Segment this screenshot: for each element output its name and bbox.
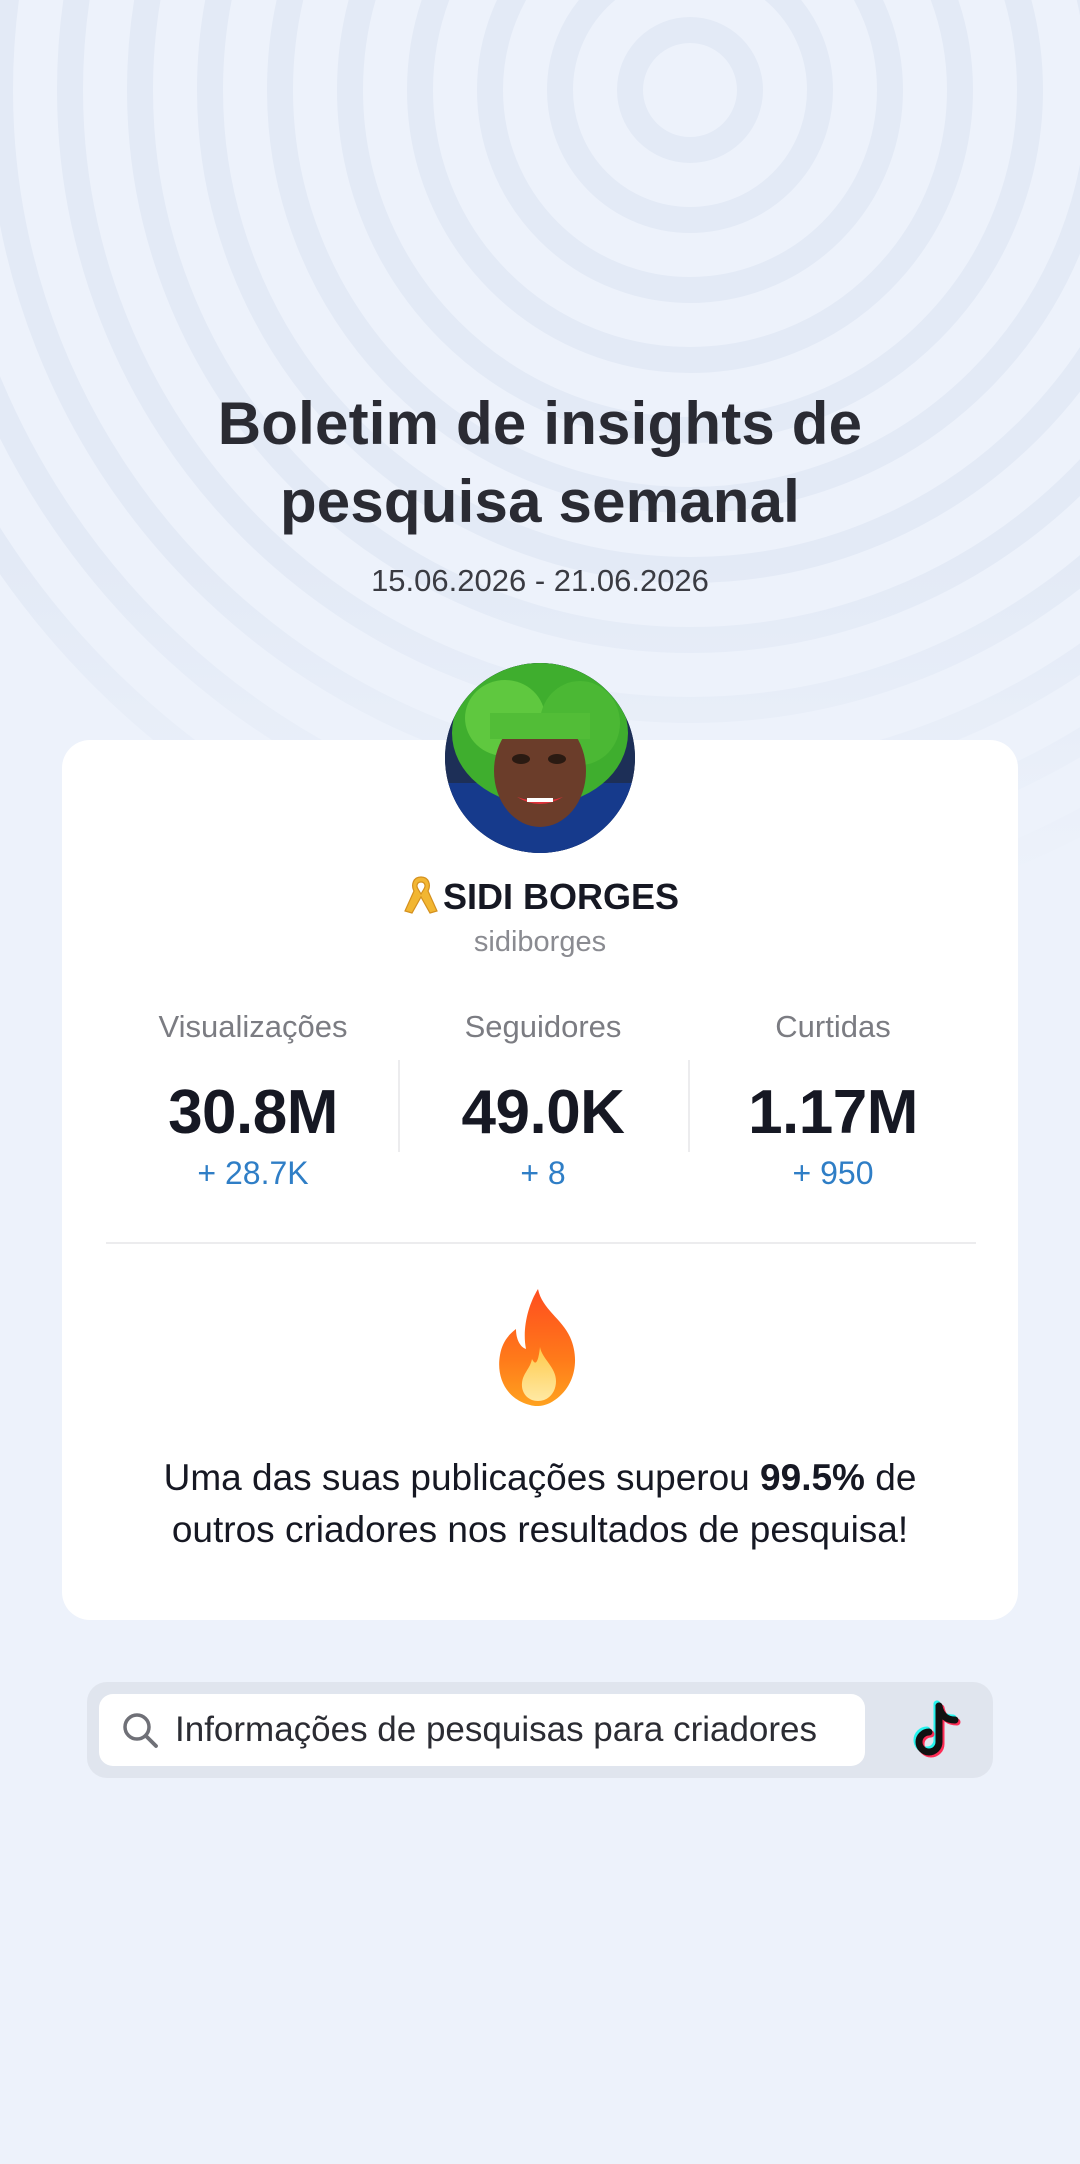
stat-views: Visualizações 30.8M + 28.7K: [108, 1005, 398, 1205]
insight-message: Uma das suas publicações superou 99.5% d…: [110, 1452, 970, 1556]
ribbon-icon: [404, 876, 438, 914]
page-title-line-1: Boletim de insights de: [217, 390, 863, 457]
stat-value: 1.17M: [748, 1078, 918, 1147]
fire-icon: [499, 1289, 576, 1407]
profile-handle: sidiborges: [473, 926, 607, 958]
search-input[interactable]: Informações de pesquisas para criadores: [99, 1694, 865, 1766]
search-bar[interactable]: Informações de pesquisas para criadores: [87, 1682, 993, 1778]
profile-name-row: SIDI BORGES: [0, 872, 1080, 922]
stat-delta: + 8: [520, 1155, 566, 1191]
search-text: Informações de pesquisas para criadores: [175, 1710, 818, 1749]
insight-highlight: 99.5%: [760, 1457, 865, 1498]
card-divider: [106, 1242, 976, 1244]
stat-label: Seguidores: [464, 1009, 622, 1044]
report-header: Boletim de insights de pesquisa semanal …: [0, 385, 1080, 601]
stat-label: Visualizações: [158, 1009, 348, 1044]
stat-value: 30.8M: [168, 1078, 338, 1147]
tiktok-icon[interactable]: [907, 1698, 967, 1762]
date-range: 15.06.2026 - 21.06.2026: [371, 563, 709, 598]
insight-text-before: Uma das suas publicações superou: [163, 1457, 761, 1498]
stat-likes: Curtidas 1.17M + 950: [688, 1005, 978, 1205]
avatar[interactable]: [445, 663, 635, 853]
stat-value: 49.0K: [461, 1078, 625, 1147]
stat-delta: + 28.7K: [197, 1155, 309, 1191]
stat-label: Curtidas: [775, 1009, 891, 1044]
profile-display-name: SIDI BORGES: [442, 876, 680, 917]
avatar-image: [445, 663, 635, 853]
stats-row: Visualizações 30.8M + 28.7K Seguidores 4…: [108, 1005, 978, 1205]
stat-delta: + 950: [792, 1155, 874, 1191]
search-icon: [123, 1713, 158, 1748]
page-title-line-2: pesquisa semanal: [279, 468, 801, 535]
stat-followers: Seguidores 49.0K + 8: [398, 1005, 688, 1205]
page-title: Boletim de insights de pesquisa semanal: [0, 385, 1080, 541]
